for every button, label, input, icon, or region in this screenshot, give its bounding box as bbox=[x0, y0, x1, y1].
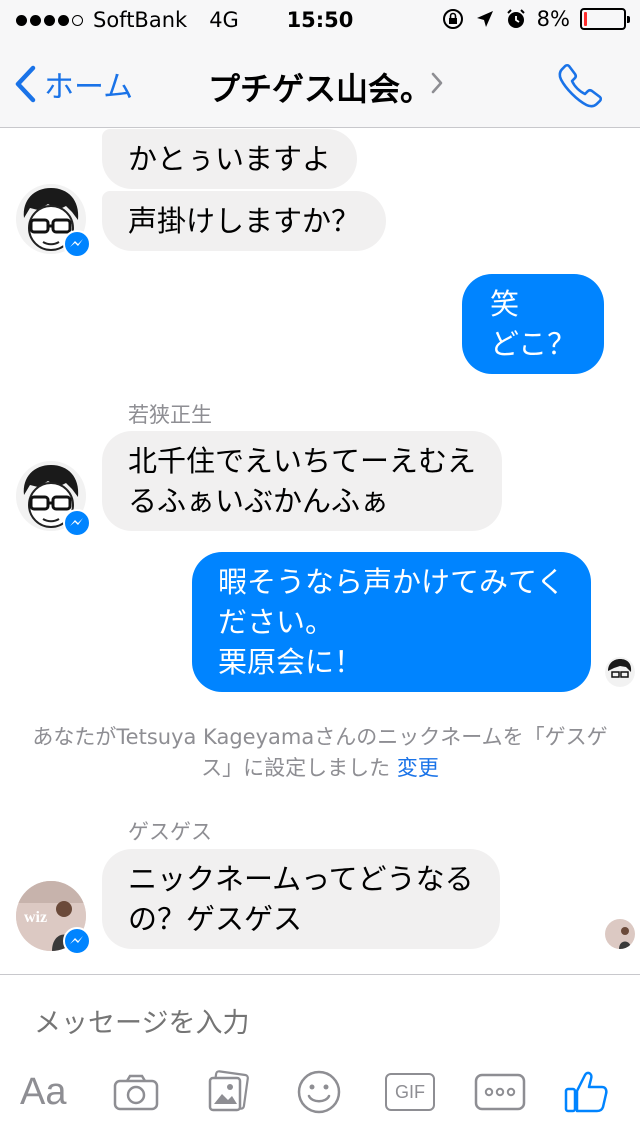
conversation-title[interactable]: プチゲス山会。 bbox=[0, 64, 640, 110]
message-bubble-outgoing[interactable]: 暇そうなら声かけてみてく ださい。 栗原会に！ bbox=[192, 552, 592, 692]
status-right: 8% bbox=[441, 7, 630, 31]
message-bubble-outgoing[interactable]: 笑 どこ？ bbox=[462, 274, 605, 374]
message-bubble-incoming[interactable]: ニックネームってどうなる の？ゲスゲス bbox=[102, 849, 500, 949]
alarm-icon bbox=[506, 9, 525, 28]
message-input[interactable] bbox=[34, 1003, 594, 1043]
system-notice: あなたがTetsuya Kageyamaさんのニックネームを「ゲスゲス」に設定し… bbox=[20, 722, 620, 784]
messenger-badge-icon bbox=[63, 509, 91, 537]
composer-toolbar: Aa GIF bbox=[0, 1067, 640, 1117]
chevron-right-icon[interactable] bbox=[430, 72, 444, 94]
battery-percent: 8% bbox=[536, 7, 570, 31]
top-bar: SoftBank 4G 15:50 8% ホーム プチゲス山会。 bbox=[0, 0, 640, 128]
sender-name: 若狭正生 bbox=[128, 403, 212, 427]
photo-icon bbox=[208, 1070, 249, 1112]
more-button[interactable] bbox=[474, 1067, 526, 1117]
status-bar: SoftBank 4G 15:50 8% bbox=[0, 0, 640, 40]
gif-button[interactable]: GIF bbox=[384, 1067, 436, 1117]
composer: Aa GI bbox=[0, 974, 640, 1136]
message-bubble-incoming[interactable]: かとぅいますよ bbox=[102, 129, 358, 189]
battery-level bbox=[584, 12, 587, 26]
location-arrow-icon bbox=[476, 11, 493, 27]
gif-label: GIF bbox=[395, 1081, 425, 1102]
message-thread[interactable]: かとぅいますよ 声掛けしますか？ 笑 どこ？ 若狭正生 北千住でえいちてーえむえ… bbox=[0, 129, 640, 974]
photo-button[interactable] bbox=[206, 1067, 250, 1117]
emoji-button[interactable] bbox=[296, 1067, 342, 1117]
sender-name: ゲスゲス bbox=[128, 820, 212, 844]
thumbs-up-icon bbox=[564, 1071, 608, 1113]
messenger-badge-icon bbox=[63, 230, 91, 258]
system-notice-text: あなたがTetsuya Kageyamaさんのニックネームを「ゲスゲス」に設定し… bbox=[32, 725, 608, 780]
message-bubble-incoming[interactable]: 北千住でえいちてーえむえ るふぁいぶかんふぁ bbox=[102, 431, 503, 531]
battery-icon bbox=[580, 8, 630, 30]
read-receipt-avatar bbox=[605, 657, 635, 687]
message-bubble-incoming[interactable]: 声掛けしますか？ bbox=[102, 191, 387, 251]
messenger-badge-icon bbox=[63, 927, 91, 955]
text-format-button[interactable]: Aa bbox=[20, 1067, 66, 1117]
emoji-icon bbox=[297, 1070, 341, 1114]
camera-icon bbox=[113, 1074, 159, 1111]
navigation-bar: ホーム プチゲス山会。 bbox=[0, 40, 640, 128]
avatar-wiz-label: wiz bbox=[24, 909, 48, 926]
camera-button[interactable] bbox=[112, 1067, 160, 1117]
more-icon bbox=[474, 1073, 526, 1111]
rotation-lock-icon bbox=[442, 9, 463, 29]
like-button[interactable] bbox=[562, 1067, 610, 1117]
gif-icon: GIF bbox=[385, 1073, 435, 1111]
read-receipt-avatar bbox=[605, 919, 635, 949]
change-nickname-link[interactable]: 変更 bbox=[397, 756, 439, 780]
phone-icon[interactable] bbox=[558, 62, 604, 108]
